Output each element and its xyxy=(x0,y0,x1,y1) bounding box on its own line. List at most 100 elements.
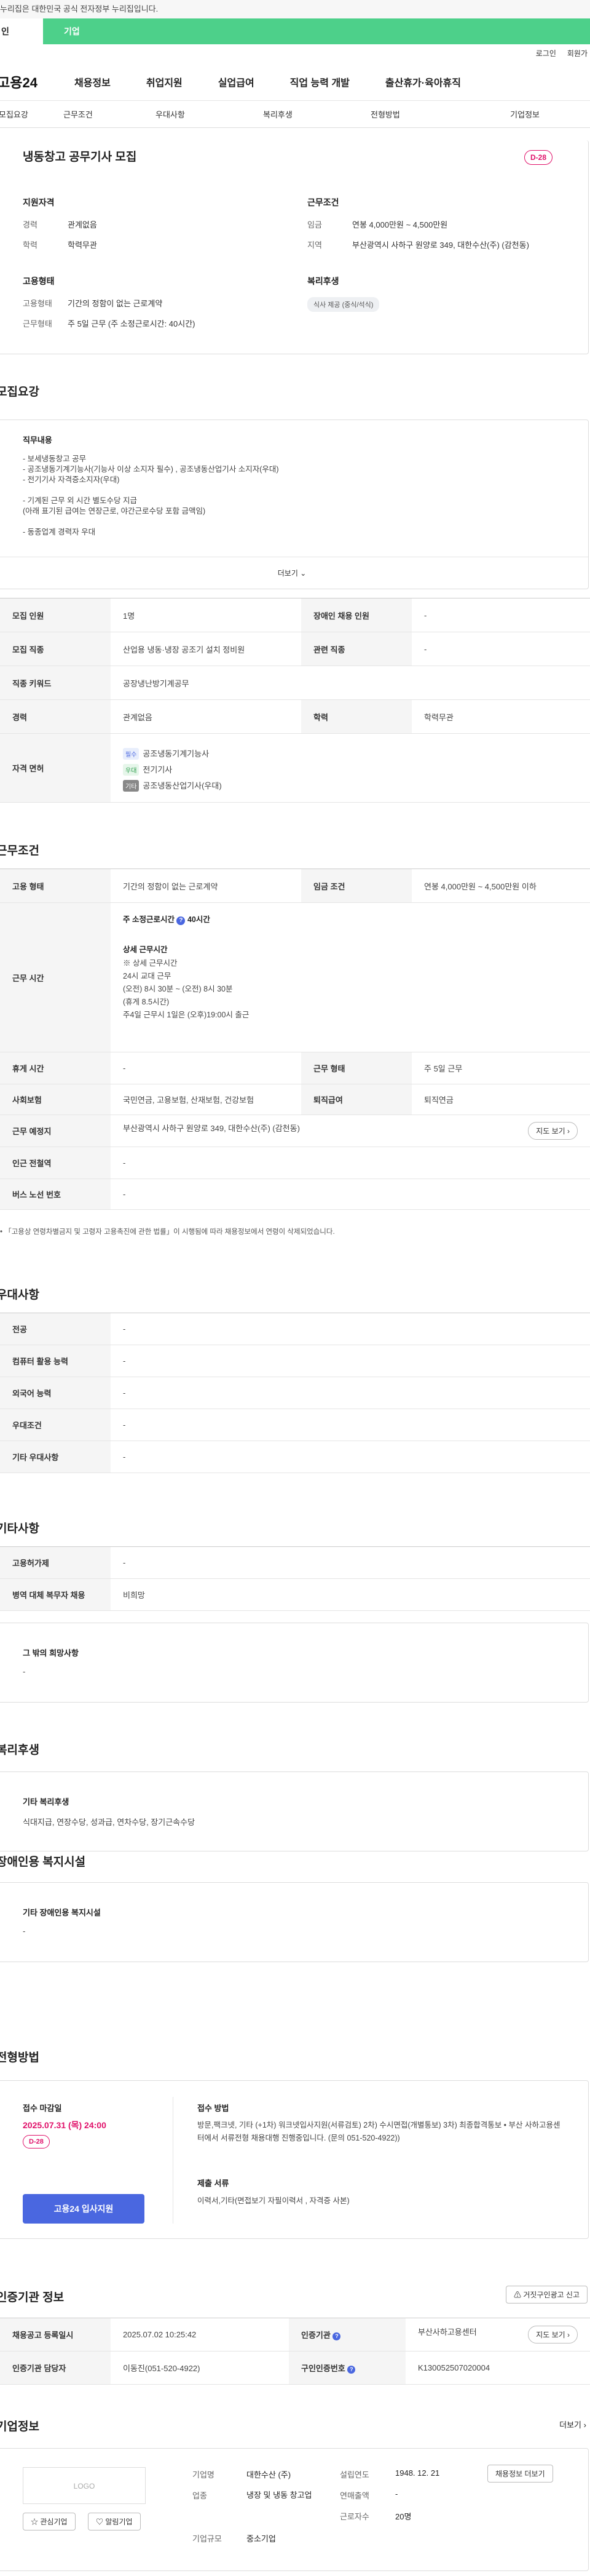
insurance-label: 사회보험 xyxy=(0,1084,111,1115)
tag-preferred: 우대 xyxy=(123,763,140,776)
table-row: 우대조건 - xyxy=(0,1409,590,1441)
edu-label: 학력 xyxy=(23,241,37,250)
row-label: 장애인 채용 인원 xyxy=(301,598,412,632)
more-label: 더보기 xyxy=(277,569,298,578)
co-name-value: 대한수산 (주) xyxy=(246,2470,291,2479)
login-link[interactable]: 로그인 xyxy=(536,44,556,63)
rest-value: - xyxy=(111,1052,301,1084)
method-label: 접수 방법 xyxy=(197,2104,229,2113)
snb-work[interactable]: 근무조건 xyxy=(63,108,155,120)
pref-title: 우대사항 xyxy=(0,1289,39,1302)
co-year-label: 설립연도 xyxy=(340,2470,369,2479)
duty-line xyxy=(23,485,588,496)
co-staff-value: 20명 xyxy=(395,2512,412,2521)
info-icon[interactable]: ? xyxy=(347,2366,356,2374)
co-year-value: 1948. 12. 21 xyxy=(395,2468,440,2478)
star-icon: ☆ xyxy=(31,2518,39,2526)
snb-welfare[interactable]: 복리후생 xyxy=(263,108,371,120)
snb-company[interactable]: 기업정보 xyxy=(478,108,540,120)
recruit-title: 모집요강 xyxy=(0,386,39,399)
hours-label: 근무형태 xyxy=(23,319,52,328)
reg-date-value: 2025.07.02 10:25:42 xyxy=(111,2318,289,2351)
work-time-label: 근무 시간 xyxy=(0,902,111,1052)
snb-screen[interactable]: 전형방법 xyxy=(371,108,478,120)
emp-type-label: 고용 형태 xyxy=(0,869,111,903)
disabled-box-title: 기타 장애인용 복지시설 xyxy=(23,1908,101,1917)
row-label: 학력 xyxy=(301,699,412,734)
duty-line: - 동종업계 경력자 우대 xyxy=(23,528,96,536)
duty-box: 직무내용 - 보세냉동창고 공무 - 공조냉동기계기능사(기능사 이상 소지자 필… xyxy=(0,419,589,589)
co-industry-label: 업종 xyxy=(192,2491,207,2500)
recruit-table: 모집 인원 1명 장애인 채용 인원 - 모집 직종 산업용 냉동·냉장 공조기 설치 정… xyxy=(0,598,590,803)
apply-button[interactable]: 고용24 입사지원 xyxy=(23,2194,144,2224)
row-value: - xyxy=(111,1313,590,1345)
table-row: 경력 관계없음 학력 학력무관 xyxy=(0,699,590,734)
company-more-link[interactable]: 더보기 › xyxy=(559,2419,586,2430)
report-icon: ⚠ xyxy=(513,2291,521,2299)
tab-company[interactable]: 기업 xyxy=(43,18,590,44)
screen-dday-badge: D-28 xyxy=(23,2135,50,2149)
row-label: 고용허가제 xyxy=(0,1546,111,1579)
detail-line: ※ 상세 근무시간 xyxy=(123,959,178,968)
subway-label: 인근 전철역 xyxy=(0,1147,111,1179)
signup-link[interactable]: 회원가 xyxy=(567,44,588,63)
cert-no-value: K130052507020004 xyxy=(406,2351,590,2385)
loc-label: 지역 xyxy=(307,241,322,250)
qual-title: 지원자격 xyxy=(23,197,55,207)
gnb-leave[interactable]: 출산휴가·육아휴직 xyxy=(385,74,461,89)
duty-line: - 공조냉동기계기능사(기능사 이상 소지자 필수) , 공조냉동산업기사 소지… xyxy=(23,465,279,474)
chevron-right-icon: › xyxy=(567,2331,570,2339)
type-label: 고용형태 xyxy=(23,299,52,308)
row-label: 모집 직종 xyxy=(0,632,111,666)
duty-line: - 보세냉동창고 공무 xyxy=(23,455,87,463)
site-logo[interactable]: 고용24 xyxy=(0,72,74,92)
co-sales-value: - xyxy=(395,2489,398,2498)
company-jobs-button[interactable]: 채용정보 더보기 xyxy=(487,2465,553,2483)
etc-box: 그 밖의 희망사항 - xyxy=(0,1623,589,1703)
row-value: - xyxy=(111,1546,590,1579)
snb-recruit[interactable]: 모집요강 xyxy=(0,108,63,120)
tag-other: 기타 xyxy=(123,779,140,792)
fav-button[interactable]: ☆ 관심기업 xyxy=(23,2513,76,2530)
report-label: 거짓구인광고 신고 xyxy=(523,2291,580,2299)
gnb-support[interactable]: 취업지원 xyxy=(146,74,183,89)
more-button[interactable]: 더보기 ⌄ xyxy=(0,557,588,589)
row-label: 우대조건 xyxy=(0,1409,111,1441)
method-value: 방문,팩크넷, 기타 (+1차) 워크넷입사지원(서류검토) 2차) 수시면접(… xyxy=(197,2121,560,2142)
audience-tabs: 인 기업 xyxy=(0,18,590,44)
cert-map-button[interactable]: 지도 보기 › xyxy=(528,2326,578,2343)
gnb-training[interactable]: 직업 능력 개발 xyxy=(290,74,350,89)
map-button[interactable]: 지도 보기 › xyxy=(528,1122,578,1140)
disabled-box-value: - xyxy=(23,1926,26,1936)
info-icon[interactable]: ? xyxy=(332,2332,341,2340)
weekly-hours-label: 주 소정근로시간 xyxy=(123,915,175,924)
wage-cond-value: 연봉 4,000만원 ~ 4,500만원 이하 xyxy=(412,869,590,903)
info-icon[interactable]: ? xyxy=(176,916,186,925)
tab-individual[interactable]: 인 xyxy=(0,18,43,44)
license-list: 필수 공조냉동기계기능사 우대 전기기사 기타 공조냉동산업기사(우대) xyxy=(111,733,590,803)
insurance-value: 국민연금, 고용보험, 산재보험, 건강보험 xyxy=(111,1084,301,1115)
exp-value: 관계없음 xyxy=(68,220,97,229)
table-row: 기타 우대사항 - xyxy=(0,1441,590,1473)
job-summary-card: 냉동창고 공무기사 모집 D-28 지원자격 경력 관계없음 학력 학력무관 고용형… xyxy=(0,140,589,354)
loc-value: 부산광역시 사하구 원양로 349, 대한수산(주) (감천동) xyxy=(352,241,529,250)
alarm-button[interactable]: ♡ 알림기업 xyxy=(88,2513,141,2530)
row-label: 관련 직종 xyxy=(301,632,412,666)
cert-map-label: 지도 보기 xyxy=(536,2331,565,2339)
place-value: 부산광역시 사하구 원양로 349, 대한수산(주) (감천동) xyxy=(123,1124,300,1133)
row-value: 공장냉난방기계공무 xyxy=(111,666,590,700)
snb-pref[interactable]: 우대사항 xyxy=(155,108,263,120)
emp-type-value: 기간의 정함이 없는 근로계약 xyxy=(111,869,301,903)
co-staff-label: 근로자수 xyxy=(340,2512,369,2521)
co-industry-value: 냉장 및 냉동 창고업 xyxy=(246,2491,312,2500)
license-name: 공조냉동산업기사(우대) xyxy=(143,781,222,790)
gnb-jobs[interactable]: 채용정보 xyxy=(74,74,111,89)
gnb-benefit[interactable]: 실업급여 xyxy=(218,74,254,89)
license-name: 공조냉동기계기능사 xyxy=(143,749,210,758)
duty-line: - 전기기사 자격증소지자(우대) xyxy=(23,475,120,484)
disabled-title: 장애인용 복지시설 xyxy=(0,1856,86,1869)
tag-required: 필수 xyxy=(123,747,140,760)
report-button[interactable]: ⚠ 거짓구인광고 신고 xyxy=(505,2286,588,2304)
hours-value: 주 5일 근무 (주 소정근로시간: 40시간) xyxy=(68,319,195,328)
detail-title: 상세 근무시간 xyxy=(123,945,168,954)
